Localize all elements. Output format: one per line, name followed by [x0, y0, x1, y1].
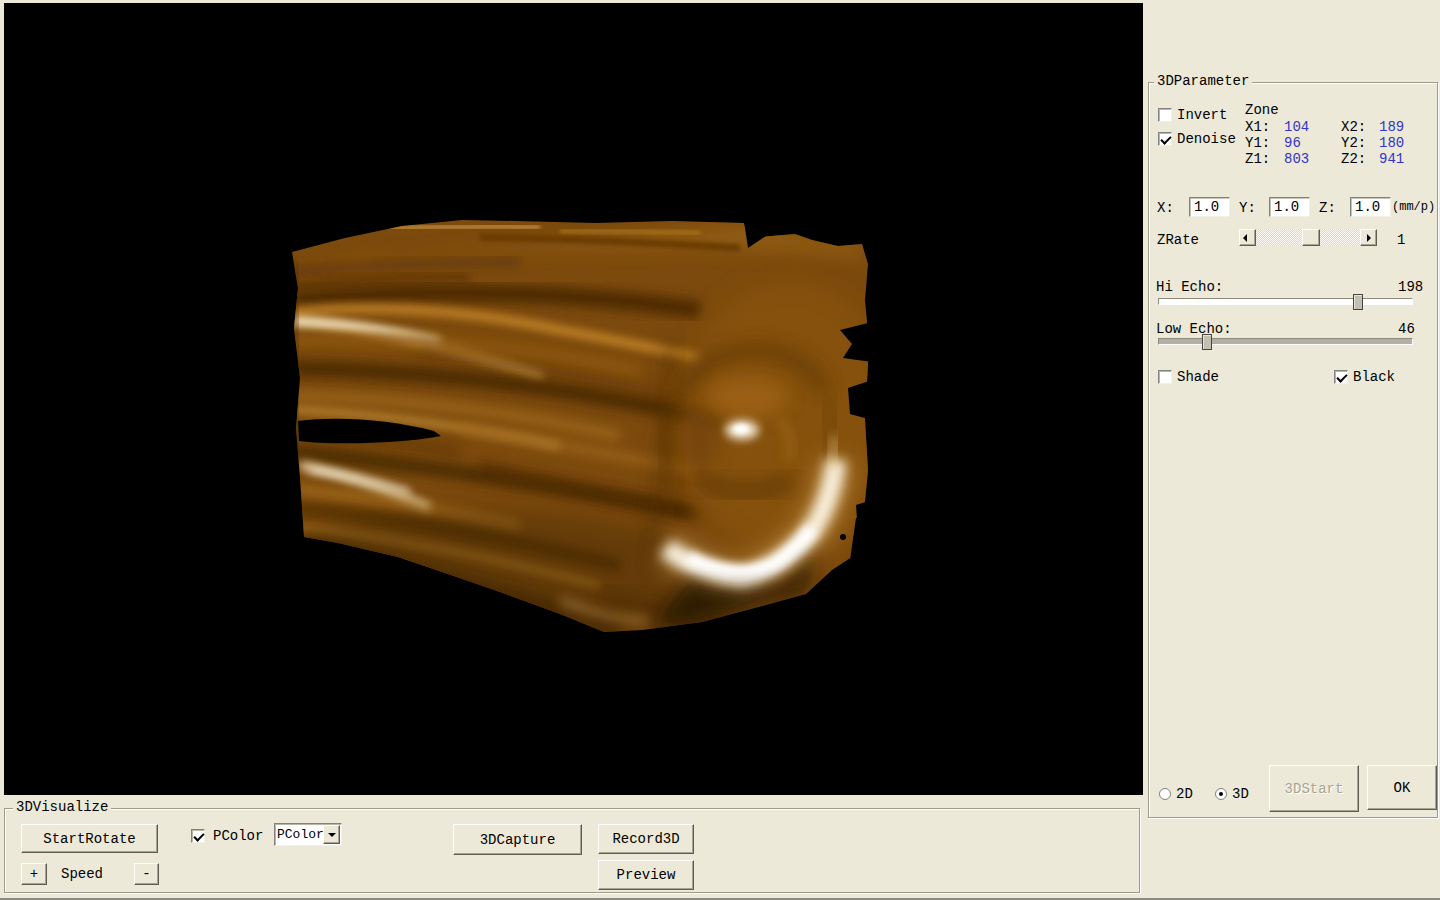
start-rotate-button[interactable]: StartRotate [21, 824, 158, 853]
pcolor-dropdown[interactable]: PColor [274, 823, 342, 846]
zone-x2-value: 189 [1379, 120, 1404, 135]
preview-button[interactable]: Preview [598, 860, 694, 890]
zone-y2-label: Y2: [1341, 136, 1366, 151]
zone-z2-value: 941 [1379, 152, 1404, 167]
ultrasound-volume [4, 3, 1143, 795]
low-echo-label: Low Echo: [1156, 322, 1232, 337]
3d-radio[interactable] [1215, 788, 1227, 800]
hi-echo-thumb[interactable] [1353, 294, 1363, 310]
scale-unit-label: (mm/p) [1392, 200, 1435, 215]
pcolor-dropdown-value: PColor [277, 827, 324, 842]
3dcapture-button[interactable]: 3DCapture [453, 824, 582, 855]
low-echo-slider[interactable] [1158, 338, 1413, 345]
zone-z1-value: 803 [1284, 152, 1309, 167]
low-echo-value: 46 [1398, 322, 1415, 337]
zone-x1-value: 104 [1284, 120, 1309, 135]
hi-echo-value: 198 [1398, 280, 1423, 295]
black-label: Black [1353, 370, 1395, 385]
3d-viewport[interactable] [4, 3, 1143, 795]
zrate-label: ZRate [1157, 233, 1199, 248]
3d-radio-label: 3D [1232, 787, 1249, 802]
invert-label: Invert [1177, 108, 1227, 123]
zone-x2-label: X2: [1341, 120, 1366, 135]
hi-echo-label: Hi Echo: [1156, 280, 1223, 295]
denoise-label: Denoise [1177, 132, 1236, 147]
ok-button[interactable]: OK [1367, 765, 1437, 810]
black-checkbox[interactable] [1334, 370, 1348, 384]
zone-y1-label: Y1: [1245, 136, 1270, 151]
y-scale-input[interactable]: 1.0 [1269, 197, 1310, 217]
zrate-right-arrow[interactable] [1360, 229, 1377, 246]
x-scale-label: X: [1157, 201, 1174, 216]
panel-3dparameter-title: 3DParameter [1154, 74, 1252, 89]
speed-label: Speed [61, 867, 103, 882]
zone-y1-value: 96 [1284, 136, 1301, 151]
zrate-value: 1 [1397, 233, 1405, 248]
speed-minus-button[interactable]: - [134, 863, 159, 885]
invert-checkbox[interactable] [1158, 108, 1172, 122]
zrate-left-arrow[interactable] [1239, 229, 1256, 246]
zone-z1-label: Z1: [1245, 152, 1270, 167]
pcolor-checkbox[interactable] [191, 829, 205, 843]
panel-3dvisualize-title: 3DVisualize [13, 800, 111, 815]
panel-3dparameter: 3DParameter Invert Denoise Zone X1: 104 … [1148, 82, 1438, 818]
zone-z2-label: Z2: [1341, 152, 1366, 167]
zrate-thumb[interactable] [1302, 229, 1320, 246]
pcolor-dropdown-arrow[interactable] [323, 825, 340, 844]
z-scale-input[interactable]: 1.0 [1350, 197, 1391, 217]
2d-radio-label: 2D [1176, 787, 1193, 802]
shade-checkbox[interactable] [1158, 370, 1172, 384]
3dstart-button[interactable]: 3DStart [1269, 765, 1359, 812]
x-scale-input[interactable]: 1.0 [1189, 197, 1230, 217]
app-window: { "param_panel": { "title": "3DParameter… [0, 0, 1440, 900]
zone-title: Zone [1245, 103, 1279, 118]
pcolor-label: PColor [213, 829, 263, 844]
z-scale-label: Z: [1319, 201, 1336, 216]
hi-echo-slider[interactable] [1158, 298, 1413, 305]
low-echo-thumb[interactable] [1202, 334, 1212, 350]
y-scale-label: Y: [1239, 201, 1256, 216]
2d-radio[interactable] [1159, 788, 1171, 800]
speed-plus-button[interactable]: + [21, 863, 47, 885]
denoise-checkbox[interactable] [1158, 132, 1172, 146]
zone-y2-value: 180 [1379, 136, 1404, 151]
record3d-button[interactable]: Record3D [598, 824, 694, 854]
shade-label: Shade [1177, 370, 1219, 385]
zone-x1-label: X1: [1245, 120, 1270, 135]
zrate-scrollbar[interactable] [1239, 229, 1377, 246]
panel-3dvisualize: 3DVisualize StartRotate + Speed - PColor… [4, 808, 1140, 893]
